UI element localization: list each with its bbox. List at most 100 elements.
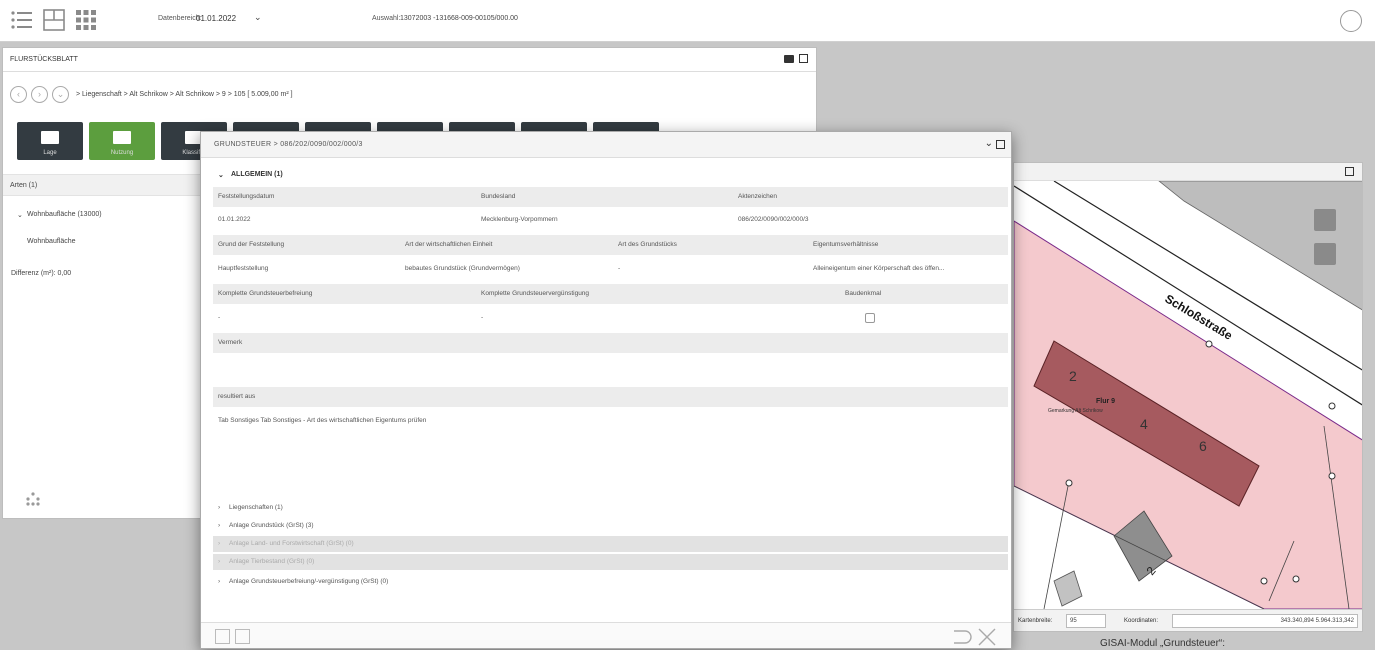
subsection-label: Anlage Tierbestand (GrSt) (0) bbox=[229, 558, 315, 565]
field-value: Mecklenburg-Vorpommern bbox=[481, 216, 558, 223]
section-allgemein[interactable]: ⌄ ALLGEMEIN (1) bbox=[213, 165, 1008, 185]
chevron-down-icon[interactable]: ⌄ bbox=[254, 12, 262, 23]
top-toolbar: Datenbereich: 01.01.2022 ⌄ Auswahl: 1307… bbox=[0, 0, 1375, 42]
back-icon[interactable]: ‹ bbox=[10, 86, 27, 103]
tile-nutzung[interactable]: Nutzung bbox=[89, 122, 155, 160]
field-label: Komplette Grundsteuerbefreiung bbox=[218, 290, 313, 297]
field-label: Baudenkmal bbox=[845, 290, 882, 297]
map-footer: Kartenbreite: 95 Koordinaten: 343.340,89… bbox=[1014, 609, 1362, 631]
chevron-down-icon[interactable]: ⌄ bbox=[985, 138, 993, 149]
dialog-header: GRUNDSTEUER > 086/202/0090/002/000/3 ⌄ bbox=[201, 132, 1011, 158]
field-label: Komplette Grundsteuervergünstigung bbox=[481, 290, 590, 297]
section-title: ALLGEMEIN (1) bbox=[231, 171, 283, 178]
subsection-anlage-befreiung[interactable]: › Anlage Grundsteuerbefreiung/-vergünsti… bbox=[213, 574, 1008, 590]
chevron-right-icon: › bbox=[218, 558, 221, 565]
breadcrumb[interactable]: > Liegenschaft > Alt Schrikow > Alt Schr… bbox=[76, 91, 293, 98]
scale-label: Kartenbreite: bbox=[1018, 618, 1053, 624]
house-number: 4 bbox=[1140, 416, 1148, 432]
field-label: resultiert aus bbox=[218, 393, 256, 400]
undo-close-icons[interactable] bbox=[951, 627, 1001, 647]
value-row: Tab Sonstiges Tab Sonstiges - Art des wi… bbox=[213, 411, 1008, 431]
vermerk-value bbox=[213, 357, 1008, 385]
header-row: Feststellungsdatum Bundesland Aktenzeich… bbox=[213, 187, 1008, 207]
selection-value: 13072003 -131668-009-00105/000.00 bbox=[400, 15, 518, 22]
house-number: 6 bbox=[1199, 438, 1207, 454]
parcel-area bbox=[1014, 220, 1362, 609]
field-value: - bbox=[218, 314, 221, 321]
field-label: Art des Grundstücks bbox=[618, 241, 677, 248]
boundary-point bbox=[1065, 479, 1073, 487]
subsection-label: Anlage Land- und Forstwirtschaft (GrSt) … bbox=[229, 540, 354, 547]
subsection-liegenschaften[interactable]: › Liegenschaften (1) bbox=[213, 500, 1008, 516]
maximize-icon[interactable] bbox=[799, 54, 808, 63]
folder-icon bbox=[113, 131, 131, 144]
boundary-point bbox=[1260, 577, 1268, 585]
flur-label: Flur 9 bbox=[1096, 398, 1115, 405]
coord-input[interactable]: 343.340,894 5.964.313,342 bbox=[1172, 614, 1358, 628]
page-icon[interactable] bbox=[235, 629, 250, 644]
folder-icon bbox=[41, 131, 59, 144]
chevron-right-icon: › bbox=[218, 578, 221, 585]
network-icon[interactable] bbox=[25, 491, 41, 507]
forward-icon[interactable]: › bbox=[31, 86, 48, 103]
field-label: Vermerk bbox=[218, 339, 243, 346]
field-value: bebautes Grundstück (Grundvermögen) bbox=[405, 265, 520, 272]
boundary-point bbox=[1328, 402, 1336, 410]
shed-building bbox=[1053, 570, 1083, 607]
chevron-down-icon[interactable]: ⌄ bbox=[218, 171, 224, 179]
list-icon[interactable] bbox=[10, 8, 34, 32]
tree-item[interactable]: Wohnbaufläche bbox=[27, 238, 76, 245]
house-number: 2 bbox=[1069, 368, 1077, 384]
dialog-footer bbox=[201, 622, 1011, 648]
coord-label: Koordinaten: bbox=[1124, 618, 1159, 624]
field-value: - bbox=[481, 314, 484, 321]
folder-icon[interactable] bbox=[784, 55, 794, 63]
boundary-point bbox=[1292, 575, 1300, 583]
arten-header[interactable]: Arten (1) bbox=[3, 174, 203, 196]
maximize-icon[interactable] bbox=[996, 140, 1005, 149]
search-icon[interactable] bbox=[1340, 10, 1362, 32]
chevron-right-icon: › bbox=[218, 504, 221, 511]
map-panel: Schloßstraße 2 4 6 2 Flur 9 Gemarkung Al… bbox=[1013, 162, 1363, 632]
subsection-anlage-tierbestand[interactable]: › Anlage Tierbestand (GrSt) (0) bbox=[213, 554, 1008, 570]
apps-grid-icon[interactable] bbox=[74, 8, 98, 32]
subsection-anlage-grundstueck[interactable]: › Anlage Grundstück (GrSt) (3) bbox=[213, 518, 1008, 534]
value-row: - - bbox=[213, 308, 1008, 328]
boundary-point bbox=[1205, 340, 1213, 348]
date-range-select[interactable]: 01.01.2022 bbox=[196, 14, 236, 23]
layout-icon[interactable] bbox=[42, 8, 66, 32]
tile-lage[interactable]: Lage bbox=[17, 122, 83, 160]
panel-title: FLURSTÜCKSBLATT bbox=[10, 56, 78, 63]
subsection-label: Anlage Grundsteuerbefreiung/-vergünstigu… bbox=[229, 578, 389, 585]
map-canvas[interactable]: Schloßstraße 2 4 6 2 Flur 9 Gemarkung Al… bbox=[1014, 181, 1363, 609]
scale-input[interactable]: 95 bbox=[1066, 614, 1106, 628]
maximize-icon[interactable] bbox=[1345, 167, 1354, 176]
print-icon[interactable] bbox=[1314, 209, 1336, 231]
history-icon[interactable]: ⌄ bbox=[52, 86, 69, 103]
dialog-title: GRUNDSTEUER > 086/202/0090/002/000/3 bbox=[214, 141, 363, 148]
boundary-point bbox=[1328, 472, 1336, 480]
save-icon[interactable] bbox=[215, 629, 230, 644]
export-icon[interactable] bbox=[1314, 243, 1336, 265]
field-value: 01.01.2022 bbox=[218, 216, 251, 223]
subsection-label: Anlage Grundstück (GrSt) (3) bbox=[229, 522, 314, 529]
grundsteuer-dialog: GRUNDSTEUER > 086/202/0090/002/000/3 ⌄ ⌄… bbox=[200, 131, 1012, 649]
field-label: Bundesland bbox=[481, 193, 516, 200]
value-row: 01.01.2022 Mecklenburg-Vorpommern 086/20… bbox=[213, 210, 1008, 230]
figure-caption: GISAI-Modul „Grundsteuer“: bbox=[1100, 638, 1226, 649]
subsection-label: Liegenschaften (1) bbox=[229, 504, 283, 511]
field-label: Aktenzeichen bbox=[738, 193, 778, 200]
map-header bbox=[1014, 163, 1362, 181]
field-value: - bbox=[618, 265, 621, 272]
field-value: Tab Sonstiges Tab Sonstiges - Art des wi… bbox=[218, 417, 427, 424]
header-row: Grund der Feststellung Art der wirtschaf… bbox=[213, 235, 1008, 255]
tree-item-group[interactable]: Wohnbaufläche (13000) bbox=[27, 211, 102, 218]
subsection-anlage-landwirtschaft[interactable]: › Anlage Land- und Forstwirtschaft (GrSt… bbox=[213, 536, 1008, 552]
chevron-right-icon: › bbox=[218, 540, 221, 547]
field-value: Alleineigentum einer Körperschaft des öf… bbox=[813, 265, 945, 272]
header-row: resultiert aus bbox=[213, 387, 1008, 407]
field-label: Feststellungsdatum bbox=[218, 193, 275, 200]
chevron-down-icon[interactable]: ⌄ bbox=[17, 211, 23, 219]
baudenkmal-checkbox[interactable] bbox=[865, 313, 875, 323]
field-value: Hauptfeststellung bbox=[218, 265, 269, 272]
